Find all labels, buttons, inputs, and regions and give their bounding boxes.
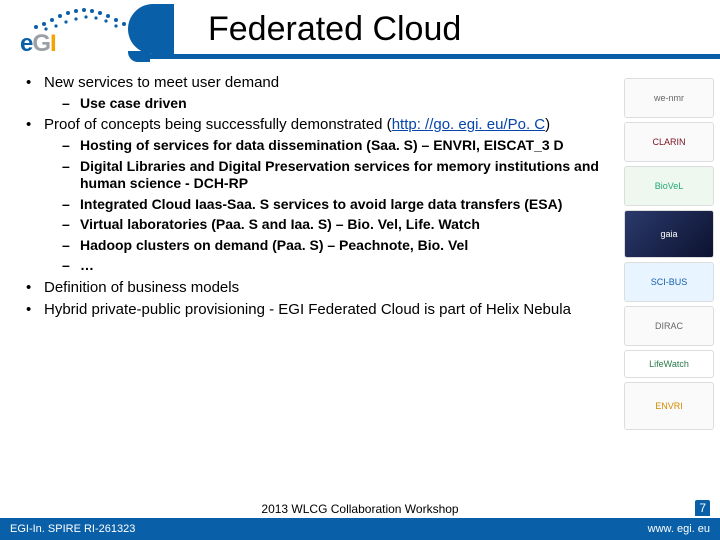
subbullet-integrated-cloud: Integrated Cloud Iaas-Saa. S services to… xyxy=(44,196,612,214)
poc-link[interactable]: http: //go. egi. eu/Po. C xyxy=(392,116,545,133)
subbullet-use-case: Use case driven xyxy=(44,95,612,113)
slide-body: New services to meet user demand Use cas… xyxy=(26,74,612,486)
slide-header: eGI Federated Cloud xyxy=(0,0,720,68)
footer-center-text: 2013 WLCG Collaboration Workshop xyxy=(0,502,720,518)
bullet-poc: Proof of concepts being successfully dem… xyxy=(26,116,612,274)
logo-lifewatch: LifeWatch xyxy=(624,350,714,378)
bullet-text: New services to meet user demand xyxy=(44,74,279,91)
partner-logos-column: we-nmr CLARIN BioVeL gaia SCI-BUS DIRAC … xyxy=(614,78,714,430)
subbullet-ellipsis: … xyxy=(44,257,612,275)
bullet-new-services: New services to meet user demand Use cas… xyxy=(26,74,612,112)
subbullet-hadoop: Hadoop clusters on demand (Paa. S) – Pea… xyxy=(44,237,612,255)
bullet-text: ) xyxy=(545,116,550,133)
logo-envri: ENVRI xyxy=(624,382,714,430)
footer-right-link[interactable]: www. egi. eu xyxy=(648,523,710,535)
bullet-hybrid: Hybrid private-public provisioning - EGI… xyxy=(26,301,612,320)
logo-biovel: BioVeL xyxy=(624,166,714,206)
bullet-text: Proof of concepts being successfully dem… xyxy=(44,116,392,133)
egi-logo-text: eGI xyxy=(20,30,56,58)
page-number: 7 xyxy=(695,500,710,516)
logo-scibus: SCI-BUS xyxy=(624,262,714,302)
subbullet-digital-libraries: Digital Libraries and Digital Preservati… xyxy=(44,158,612,193)
slide-footer: 2013 WLCG Collaboration Workshop 7 EGI-I… xyxy=(0,498,720,540)
title-bar: Federated Cloud xyxy=(150,4,720,54)
footer-left-text: EGI-In. SPIRE RI-261323 xyxy=(10,523,135,535)
page-title: Federated Cloud xyxy=(208,10,461,49)
subbullet-hosting: Hosting of services for data disseminati… xyxy=(44,137,612,155)
bullet-business-models: Definition of business models xyxy=(26,279,612,298)
logo-we-nmr: we-nmr xyxy=(624,78,714,118)
logo-gaia: gaia xyxy=(624,210,714,258)
logo-dirac: DIRAC xyxy=(624,306,714,346)
title-underline xyxy=(150,54,720,59)
subbullet-virtual-labs: Virtual laboratories (Paa. S and Iaa. S)… xyxy=(44,216,612,234)
footer-bar: EGI-In. SPIRE RI-261323 www. egi. eu xyxy=(0,518,720,540)
logo-clarin: CLARIN xyxy=(624,122,714,162)
